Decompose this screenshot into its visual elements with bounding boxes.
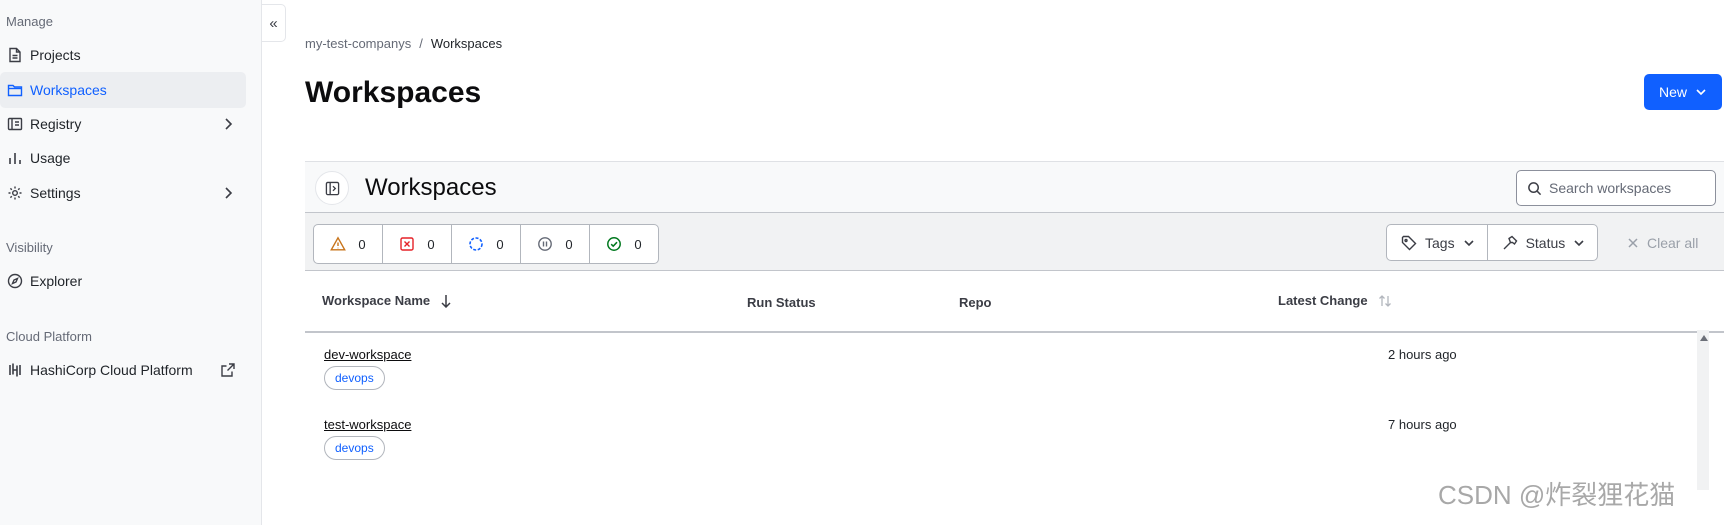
clear-all-label: Clear all — [1647, 235, 1699, 251]
tag-badge[interactable]: devops — [324, 366, 385, 390]
breadcrumb-separator: / — [419, 36, 423, 51]
panel-title: Workspaces — [365, 174, 497, 201]
workspace-name-link[interactable]: test-workspace — [324, 417, 411, 432]
sort-descending-icon — [441, 294, 451, 308]
success-icon — [607, 237, 622, 251]
table-header: Workspace Name Run Status Repo Latest Ch… — [305, 271, 1724, 333]
tag-icon — [1401, 235, 1417, 250]
tags-dropdown[interactable]: Tags — [1387, 225, 1487, 260]
column-header-latest-change[interactable]: Latest Change — [1278, 293, 1392, 308]
new-button[interactable]: New — [1644, 74, 1722, 110]
workspaces-panel: Workspaces Search workspaces 0 0 0 0 0 T… — [305, 161, 1724, 525]
column-header-run-status: Run Status — [747, 295, 816, 310]
sidebar-collapse-button[interactable]: « — [262, 4, 286, 42]
chevron-down-icon — [1696, 89, 1706, 96]
chevron-down-icon — [1574, 239, 1584, 246]
status-count: 0 — [358, 236, 366, 252]
breadcrumb-org-link[interactable]: my-test-companys — [305, 36, 411, 51]
hammer-icon — [1503, 235, 1517, 249]
status-count: 0 — [427, 236, 435, 252]
tags-label: Tags — [1425, 234, 1455, 251]
folder-icon — [6, 81, 24, 99]
column-header-workspace-name[interactable]: Workspace Name — [322, 293, 452, 308]
clear-all-button[interactable]: Clear all — [1627, 235, 1698, 251]
gear-icon — [6, 184, 24, 202]
column-header-repo: Repo — [959, 295, 992, 310]
latest-change-value: 7 hours ago — [1388, 417, 1457, 432]
search-input[interactable]: Search workspaces — [1516, 170, 1716, 206]
sidebar-item-label: Settings — [30, 185, 81, 201]
sidebar-item-registry[interactable]: Registry — [0, 106, 246, 142]
sidebar-item-label: Explorer — [30, 273, 83, 289]
bar-chart-icon — [6, 149, 24, 167]
sidebar-item-label: Registry — [30, 116, 82, 132]
sidebar-section-cloud: Cloud Platform — [6, 329, 92, 344]
sidebar-item-label: Workspaces — [30, 82, 107, 98]
page-title: Workspaces — [305, 76, 482, 109]
scroll-up-arrow-icon[interactable] — [1700, 335, 1708, 341]
sidebar-item-settings[interactable]: Settings — [0, 175, 246, 211]
status-label: Status — [1525, 234, 1566, 251]
panel-header: Workspaces Search workspaces — [305, 161, 1724, 213]
chevron-right-icon — [225, 187, 233, 199]
status-count: 0 — [634, 236, 642, 252]
sidebar-item-usage[interactable]: Usage — [0, 140, 246, 176]
column-label: Workspace Name — [322, 293, 431, 308]
table-row: test-workspace devops 7 hours ago — [305, 403, 1705, 481]
status-filter-paused[interactable]: 0 — [521, 225, 590, 263]
status-filter-warning[interactable]: 0 — [314, 225, 383, 263]
filter-bar: 0 0 0 0 0 Tags Status Clear all — [305, 213, 1724, 271]
sidebar-item-label: Projects — [30, 47, 81, 63]
tag-badge[interactable]: devops — [324, 436, 385, 460]
external-link-icon — [221, 363, 235, 377]
table-scrollbar[interactable] — [1697, 330, 1709, 490]
breadcrumb: my-test-companys / Workspaces — [305, 36, 502, 51]
sidebar-toggle-icon — [325, 181, 339, 195]
hashicorp-icon — [6, 361, 24, 379]
close-icon — [1628, 238, 1638, 248]
new-button-label: New — [1658, 84, 1687, 100]
status-filter-error[interactable]: 0 — [383, 225, 452, 263]
search-icon — [1528, 182, 1542, 196]
chevron-right-icon — [225, 118, 233, 130]
sidebar-item-label: Usage — [30, 150, 71, 166]
error-icon — [400, 237, 415, 251]
warning-icon — [330, 236, 347, 251]
status-filter-group: 0 0 0 0 0 — [313, 224, 659, 264]
document-icon — [6, 46, 24, 64]
breadcrumb-current: Workspaces — [430, 36, 503, 51]
app-root: Manage Projects Workspaces Registry Usag… — [0, 0, 1733, 525]
search-placeholder: Search workspaces — [1549, 180, 1672, 196]
column-label: Latest Change — [1278, 293, 1368, 308]
book-icon — [6, 115, 24, 133]
chevron-down-icon — [1464, 239, 1474, 246]
column-label: Repo — [959, 295, 992, 310]
panel-sidebar-toggle[interactable] — [315, 171, 349, 205]
status-filter-running[interactable]: 0 — [452, 225, 521, 263]
table-row: dev-workspace devops 2 hours ago — [305, 333, 1705, 411]
status-dropdown[interactable]: Status — [1486, 225, 1598, 260]
sidebar-item-explorer[interactable]: Explorer — [0, 263, 246, 299]
paused-icon — [538, 237, 553, 251]
sidebar-item-hcp[interactable]: HashiCorp Cloud Platform — [0, 352, 246, 388]
running-icon — [469, 237, 484, 251]
sidebar: Manage Projects Workspaces Registry Usag… — [0, 0, 262, 525]
sidebar-item-label: HashiCorp Cloud Platform — [30, 362, 193, 378]
sidebar-item-projects[interactable]: Projects — [0, 37, 246, 73]
status-count: 0 — [565, 236, 573, 252]
sidebar-section-manage: Manage — [6, 14, 53, 29]
sidebar-section-visibility: Visibility — [6, 240, 53, 255]
sidebar-item-workspaces[interactable]: Workspaces — [0, 72, 246, 108]
watermark-text: CSDN @炸裂狸花猫 — [1438, 480, 1676, 510]
status-filter-success[interactable]: 0 — [590, 225, 658, 263]
workspace-name-link[interactable]: dev-workspace — [324, 347, 411, 362]
latest-change-value: 2 hours ago — [1388, 347, 1457, 362]
double-chevron-left-icon: « — [269, 14, 278, 32]
compass-icon — [6, 272, 24, 290]
filter-dropdown-group: Tags Status — [1386, 224, 1599, 261]
status-count: 0 — [496, 236, 504, 252]
sort-icon — [1378, 294, 1391, 307]
column-label: Run Status — [747, 295, 816, 310]
